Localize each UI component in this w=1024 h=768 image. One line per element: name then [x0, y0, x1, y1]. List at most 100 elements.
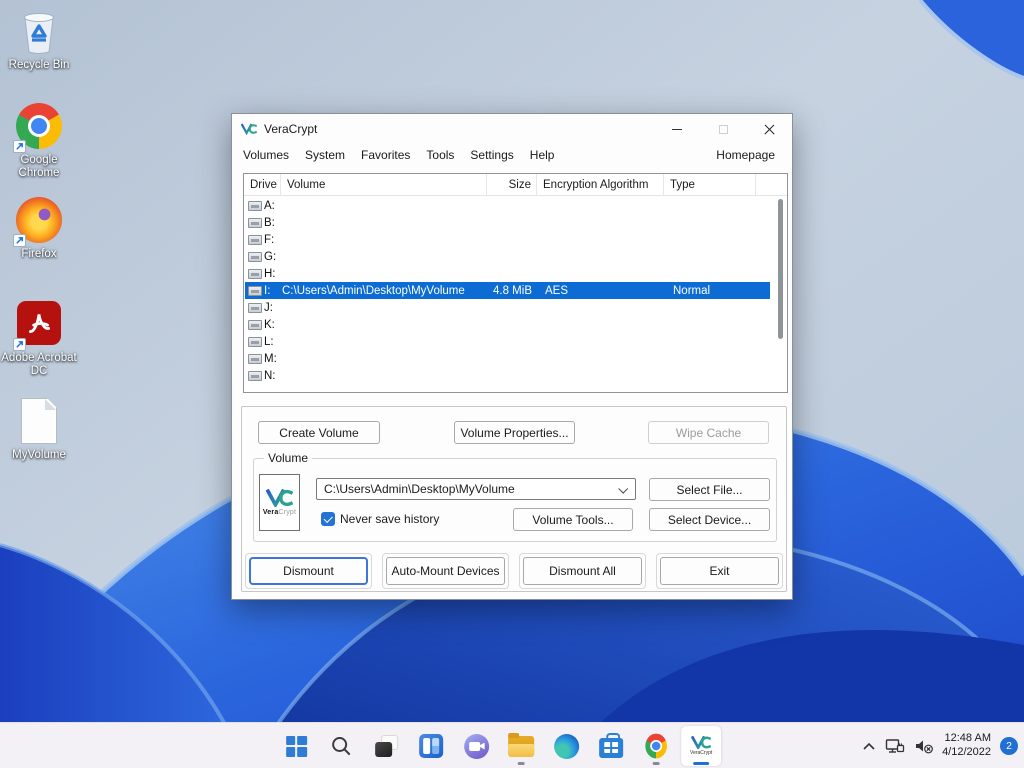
- exit-button[interactable]: Exit: [660, 557, 779, 585]
- window-title: VeraCrypt: [264, 122, 318, 136]
- task-view-button[interactable]: [366, 726, 406, 766]
- dismount-button[interactable]: Dismount: [249, 557, 368, 585]
- auto-mount-devices-button[interactable]: Auto-Mount Devices: [386, 557, 505, 585]
- close-button[interactable]: [746, 114, 792, 144]
- dismount-all-button[interactable]: Dismount All: [523, 557, 642, 585]
- table-row[interactable]: J:: [245, 299, 770, 316]
- drive-icon: [248, 353, 262, 364]
- table-row[interactable]: M:: [245, 350, 770, 367]
- table-row[interactable]: K:: [245, 316, 770, 333]
- taskbar: VeraCrypt 12:48 AM 4/12/2022 2: [0, 722, 1024, 768]
- drive-icon: [248, 234, 262, 245]
- volume-path-combobox[interactable]: C:\Users\Admin\Desktop\MyVolume: [316, 478, 636, 500]
- menu-item-help[interactable]: Help: [522, 146, 563, 164]
- column-header-encryption-algorithm[interactable]: Encryption Algorithm: [537, 174, 664, 195]
- table-row[interactable]: H:: [245, 265, 770, 282]
- desktop-icon-google-chrome[interactable]: Google Chrome: [0, 102, 78, 180]
- desktop-icon-firefox[interactable]: Firefox: [0, 196, 78, 261]
- table-row[interactable]: N:: [245, 367, 770, 384]
- desktop-icon-label: Recycle Bin: [8, 59, 70, 71]
- menu-item-volumes[interactable]: Volumes: [235, 146, 297, 164]
- taskbar-clock[interactable]: 12:48 AM 4/12/2022: [942, 732, 991, 760]
- running-indicator: [652, 762, 660, 765]
- drive-icon: [248, 200, 262, 211]
- title-bar[interactable]: VeraCrypt: [232, 114, 792, 144]
- veracrypt-window: VeraCrypt Volumes System Favorites Tools Set…: [231, 113, 793, 600]
- never-save-history-label[interactable]: Never save history: [340, 512, 439, 526]
- file-explorer-button[interactable]: [501, 726, 541, 766]
- select-file-button[interactable]: Select File...: [649, 478, 770, 501]
- drive-icon: [248, 336, 262, 347]
- desktop-icon-myvolume[interactable]: MyVolume: [0, 398, 78, 462]
- desktop-icon-recycle-bin[interactable]: Recycle Bin: [0, 8, 78, 72]
- maximize-button[interactable]: [700, 114, 746, 144]
- column-header-drive[interactable]: Drive: [244, 174, 281, 195]
- desktop-icon-label: MyVolume: [12, 449, 66, 461]
- chat-button[interactable]: [456, 726, 496, 766]
- footer-button-cell: Dismount All: [519, 553, 646, 589]
- search-button[interactable]: [321, 726, 361, 766]
- column-header-size[interactable]: Size: [487, 174, 537, 195]
- acrobat-icon: [13, 301, 63, 351]
- menu-bar: Volumes System Favorites Tools Settings Help H…: [232, 144, 792, 166]
- table-row[interactable]: A:: [245, 197, 770, 214]
- widgets-button[interactable]: [411, 726, 451, 766]
- shortcut-arrow-icon: [13, 140, 26, 153]
- drive-list: Drive Volume Size Encryption Algorithm T…: [243, 173, 788, 393]
- minimize-icon: [672, 128, 682, 130]
- table-row[interactable]: B:: [245, 214, 770, 231]
- minimize-button[interactable]: [654, 114, 700, 144]
- desktop-icon-adobe-acrobat[interactable]: Adobe Acrobat DC: [0, 300, 78, 378]
- table-row[interactable]: I: C:\Users\Admin\Desktop\MyVolume 4.8 MiB…: [245, 282, 770, 299]
- store-button[interactable]: [591, 726, 631, 766]
- desktop-icon-label: Google Chrome: [18, 154, 60, 180]
- menu-item-settings[interactable]: Settings: [462, 146, 521, 164]
- volume-properties-button[interactable]: Volume Properties...: [454, 421, 575, 444]
- volume-tools-button[interactable]: Volume Tools...: [513, 508, 633, 531]
- windows-logo-icon: [285, 735, 307, 757]
- table-row[interactable]: G:: [245, 248, 770, 265]
- scrollbar-thumb[interactable]: [778, 199, 783, 339]
- chrome-taskbar-button[interactable]: [636, 726, 676, 766]
- footer-button-cell: Dismount: [245, 553, 372, 589]
- active-indicator: [693, 762, 710, 765]
- select-device-button[interactable]: Select Device...: [649, 508, 770, 531]
- volume-group-label: Volume: [264, 451, 313, 465]
- column-header-type[interactable]: Type: [664, 174, 756, 195]
- tray-date: 4/12/2022: [942, 746, 991, 758]
- edge-icon: [553, 733, 579, 759]
- table-row[interactable]: F:: [245, 231, 770, 248]
- drive-icon: [248, 268, 262, 279]
- shortcut-arrow-icon: [13, 338, 26, 351]
- maximize-icon: [718, 124, 728, 134]
- scrollbar[interactable]: [776, 199, 785, 389]
- create-volume-button[interactable]: Create Volume: [258, 421, 380, 444]
- menu-item-system[interactable]: System: [297, 146, 353, 164]
- table-row[interactable]: L:: [245, 333, 770, 350]
- footer-button-cell: Auto-Mount Devices: [382, 553, 509, 589]
- menu-item-favorites[interactable]: Favorites: [353, 146, 418, 164]
- volume-muted-icon[interactable]: [914, 738, 933, 754]
- drive-icon: [248, 285, 262, 296]
- menu-item-homepage[interactable]: Homepage: [708, 144, 783, 166]
- hidden-icons-chevron-icon[interactable]: [862, 742, 876, 751]
- veracrypt-logo-icon: [241, 123, 257, 135]
- desktop: Recycle Bin Google Chrome Firefox Adobe …: [0, 0, 1024, 768]
- edge-button[interactable]: [546, 726, 586, 766]
- notification-badge[interactable]: 2: [1000, 737, 1018, 755]
- column-header-volume[interactable]: Volume: [281, 174, 487, 195]
- menu-item-tools[interactable]: Tools: [418, 146, 462, 164]
- start-button[interactable]: [276, 726, 316, 766]
- volume-path-value: C:\Users\Admin\Desktop\MyVolume: [324, 482, 515, 496]
- drive-icon: [248, 302, 262, 313]
- veracrypt-tile-label: VeraCrypt: [690, 750, 713, 756]
- network-icon[interactable]: [885, 738, 905, 755]
- veracrypt-taskbar-button[interactable]: VeraCrypt: [681, 726, 722, 766]
- search-icon: [332, 737, 351, 755]
- veracrypt-logo: VeraCrypt: [259, 474, 300, 531]
- drive-icon: [248, 251, 262, 262]
- veracrypt-icon: [691, 736, 711, 749]
- desktop-icon-label: Firefox: [21, 248, 57, 260]
- system-tray: 12:48 AM 4/12/2022 2: [862, 723, 1018, 768]
- never-save-history-checkbox[interactable]: [321, 512, 335, 526]
